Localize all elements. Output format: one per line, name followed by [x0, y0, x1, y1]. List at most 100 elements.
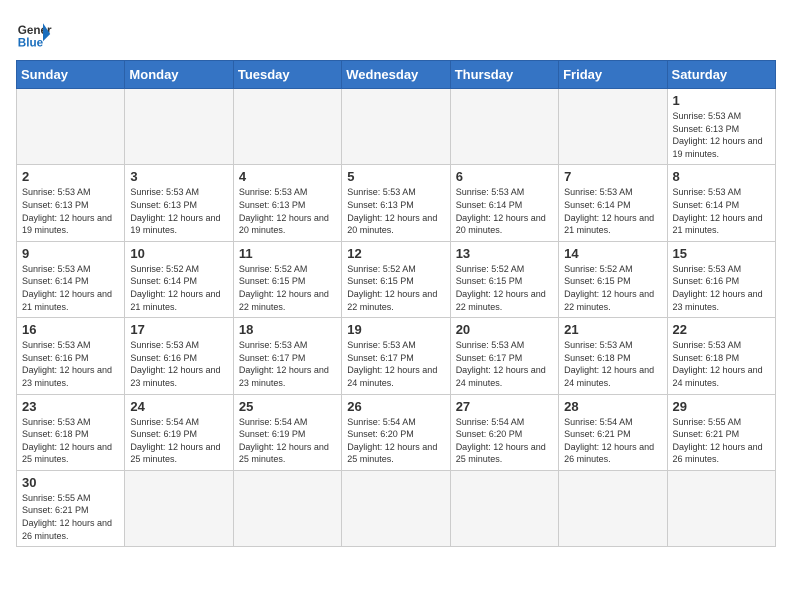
- day-number: 11: [239, 246, 336, 261]
- calendar-cell: 12 Sunrise: 5:52 AMSunset: 6:15 PMDayligh…: [342, 241, 450, 317]
- day-info: Sunrise: 5:53 AMSunset: 6:13 PMDaylight:…: [22, 186, 119, 236]
- day-number: 17: [130, 322, 227, 337]
- calendar-table: SundayMondayTuesdayWednesdayThursdayFrid…: [16, 60, 776, 547]
- day-number: 1: [673, 93, 770, 108]
- day-number: 13: [456, 246, 553, 261]
- day-number: 19: [347, 322, 444, 337]
- calendar-cell: 4Sunrise: 5:53 AMSunset: 6:13 PMDaylight…: [233, 165, 341, 241]
- day-info: Sunrise: 5:53 AMSunset: 6:17 PMDaylight:…: [347, 339, 444, 389]
- calendar-cell: 5 Sunrise: 5:53 AMSunset: 6:13 PMDaylight…: [342, 165, 450, 241]
- svg-text:Blue: Blue: [18, 37, 44, 50]
- day-number: 30: [22, 475, 119, 490]
- calendar-week-4: 23Sunrise: 5:53 AMSunset: 6:18 PMDayligh…: [17, 394, 776, 470]
- calendar-cell: 23Sunrise: 5:53 AMSunset: 6:18 PMDayligh…: [17, 394, 125, 470]
- column-header-wednesday: Wednesday: [342, 61, 450, 89]
- calendar-cell: 24 Sunrise: 5:54 AMSunset: 6:19 PMDayligh…: [125, 394, 233, 470]
- calendar-cell: 16Sunrise: 5:53 AMSunset: 6:16 PMDayligh…: [17, 318, 125, 394]
- day-info: Sunrise: 5:54 AMSunset: 6:20 PMDaylight:…: [347, 416, 444, 466]
- calendar-cell: 9Sunrise: 5:53 AMSunset: 6:14 PMDaylight…: [17, 241, 125, 317]
- day-number: 7: [564, 169, 661, 184]
- calendar-cell: 10 Sunrise: 5:52 AMSunset: 6:14 PMDayligh…: [125, 241, 233, 317]
- calendar-cell: 14Sunrise: 5:52 AMSunset: 6:15 PMDayligh…: [559, 241, 667, 317]
- calendar-week-2: 9Sunrise: 5:53 AMSunset: 6:14 PMDaylight…: [17, 241, 776, 317]
- day-info: Sunrise: 5:53 AMSunset: 6:13 PMDaylight:…: [347, 186, 444, 236]
- day-info: Sunrise: 5:53 AMSunset: 6:14 PMDaylight:…: [456, 186, 553, 236]
- day-number: 25: [239, 399, 336, 414]
- day-info: Sunrise: 5:52 AMSunset: 6:15 PMDaylight:…: [239, 263, 336, 313]
- day-info: Sunrise: 5:53 AMSunset: 6:13 PMDaylight:…: [130, 186, 227, 236]
- day-number: 14: [564, 246, 661, 261]
- calendar-week-5: 30 Sunrise: 5:55 AMSunset: 6:21 PMDayligh…: [17, 470, 776, 546]
- day-info: Sunrise: 5:53 AMSunset: 6:18 PMDaylight:…: [564, 339, 661, 389]
- day-number: 10: [130, 246, 227, 261]
- calendar-cell: 7 Sunrise: 5:53 AMSunset: 6:14 PMDaylight…: [559, 165, 667, 241]
- calendar-cell: 28Sunrise: 5:54 AMSunset: 6:21 PMDayligh…: [559, 394, 667, 470]
- calendar-cell: 18Sunrise: 5:53 AMSunset: 6:17 PMDayligh…: [233, 318, 341, 394]
- day-number: 24: [130, 399, 227, 414]
- day-number: 26: [347, 399, 444, 414]
- day-info: Sunrise: 5:53 AMSunset: 6:14 PMDaylight:…: [673, 186, 770, 236]
- day-number: 22: [673, 322, 770, 337]
- day-info: Sunrise: 5:53 AMSunset: 6:14 PMDaylight:…: [564, 186, 661, 236]
- day-info: Sunrise: 5:54 AMSunset: 6:20 PMDaylight:…: [456, 416, 553, 466]
- day-info: Sunrise: 5:52 AMSunset: 6:14 PMDaylight:…: [130, 263, 227, 313]
- day-number: 2: [22, 169, 119, 184]
- calendar-week-0: 1 Sunrise: 5:53 AMSunset: 6:13 PMDaylight…: [17, 89, 776, 165]
- calendar-cell: [342, 470, 450, 546]
- day-info: Sunrise: 5:53 AMSunset: 6:16 PMDaylight:…: [22, 339, 119, 389]
- calendar-cell: 3 Sunrise: 5:53 AMSunset: 6:13 PMDaylight…: [125, 165, 233, 241]
- calendar-cell: [233, 470, 341, 546]
- calendar-cell: 22Sunrise: 5:53 AMSunset: 6:18 PMDayligh…: [667, 318, 775, 394]
- day-info: Sunrise: 5:53 AMSunset: 6:16 PMDaylight:…: [130, 339, 227, 389]
- calendar-cell: [450, 470, 558, 546]
- calendar-cell: 15 Sunrise: 5:53 AMSunset: 6:16 PMDayligh…: [667, 241, 775, 317]
- column-header-sunday: Sunday: [17, 61, 125, 89]
- calendar-cell: 29 Sunrise: 5:55 AMSunset: 6:21 PMDayligh…: [667, 394, 775, 470]
- day-number: 12: [347, 246, 444, 261]
- day-number: 21: [564, 322, 661, 337]
- calendar-cell: [125, 470, 233, 546]
- calendar-cell: [559, 89, 667, 165]
- day-info: Sunrise: 5:52 AMSunset: 6:15 PMDaylight:…: [456, 263, 553, 313]
- day-number: 8: [673, 169, 770, 184]
- calendar-cell: [667, 470, 775, 546]
- calendar-cell: 26 Sunrise: 5:54 AMSunset: 6:20 PMDayligh…: [342, 394, 450, 470]
- day-info: Sunrise: 5:53 AMSunset: 6:13 PMDaylight:…: [673, 110, 770, 160]
- calendar-cell: 2 Sunrise: 5:53 AMSunset: 6:13 PMDaylight…: [17, 165, 125, 241]
- day-info: Sunrise: 5:53 AMSunset: 6:17 PMDaylight:…: [456, 339, 553, 389]
- calendar-cell: 11 Sunrise: 5:52 AMSunset: 6:15 PMDayligh…: [233, 241, 341, 317]
- day-info: Sunrise: 5:55 AMSunset: 6:21 PMDaylight:…: [673, 416, 770, 466]
- day-number: 5: [347, 169, 444, 184]
- day-number: 4: [239, 169, 336, 184]
- column-header-saturday: Saturday: [667, 61, 775, 89]
- day-info: Sunrise: 5:54 AMSunset: 6:19 PMDaylight:…: [130, 416, 227, 466]
- calendar-cell: [17, 89, 125, 165]
- calendar-cell: 8 Sunrise: 5:53 AMSunset: 6:14 PMDaylight…: [667, 165, 775, 241]
- day-info: Sunrise: 5:52 AMSunset: 6:15 PMDaylight:…: [347, 263, 444, 313]
- logo-icon: General Blue: [16, 16, 52, 52]
- calendar-cell: [125, 89, 233, 165]
- day-number: 23: [22, 399, 119, 414]
- day-number: 29: [673, 399, 770, 414]
- day-info: Sunrise: 5:55 AMSunset: 6:21 PMDaylight:…: [22, 492, 119, 542]
- calendar-cell: 13 Sunrise: 5:52 AMSunset: 6:15 PMDayligh…: [450, 241, 558, 317]
- calendar-cell: [559, 470, 667, 546]
- day-number: 3: [130, 169, 227, 184]
- day-info: Sunrise: 5:53 AMSunset: 6:17 PMDaylight:…: [239, 339, 336, 389]
- day-number: 20: [456, 322, 553, 337]
- column-header-monday: Monday: [125, 61, 233, 89]
- calendar-cell: 20 Sunrise: 5:53 AMSunset: 6:17 PMDayligh…: [450, 318, 558, 394]
- day-info: Sunrise: 5:54 AMSunset: 6:19 PMDaylight:…: [239, 416, 336, 466]
- calendar-week-3: 16Sunrise: 5:53 AMSunset: 6:16 PMDayligh…: [17, 318, 776, 394]
- day-number: 28: [564, 399, 661, 414]
- calendar-cell: 17 Sunrise: 5:53 AMSunset: 6:16 PMDayligh…: [125, 318, 233, 394]
- day-number: 6: [456, 169, 553, 184]
- logo: General Blue: [16, 16, 52, 52]
- day-number: 15: [673, 246, 770, 261]
- calendar-cell: [233, 89, 341, 165]
- calendar-cell: 21 Sunrise: 5:53 AMSunset: 6:18 PMDayligh…: [559, 318, 667, 394]
- day-number: 9: [22, 246, 119, 261]
- calendar-cell: 25 Sunrise: 5:54 AMSunset: 6:19 PMDayligh…: [233, 394, 341, 470]
- day-info: Sunrise: 5:53 AMSunset: 6:16 PMDaylight:…: [673, 263, 770, 313]
- calendar-cell: [450, 89, 558, 165]
